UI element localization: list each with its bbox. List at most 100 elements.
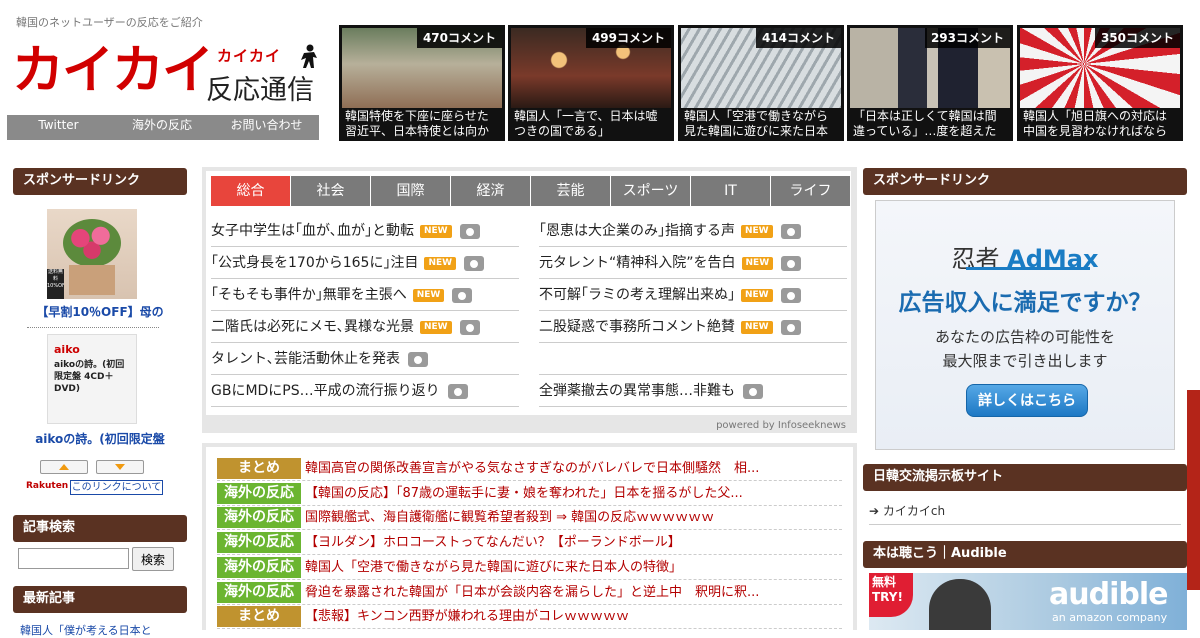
feed-item-title: 韓国高官の関係改善宣言がやる気なさすぎなのがバレバレで日本側騒然 相...: [305, 461, 760, 476]
logo-sub-text: 反応通信: [206, 75, 314, 106]
thumb-caption: 韓国人「一言で、日本は嘘つきの国である」: [511, 108, 671, 138]
product-title-2[interactable]: aikoの詩。(初回限定盤: [13, 430, 187, 447]
tab-international[interactable]: 国際: [371, 176, 450, 206]
feed-item[interactable]: まとめ 韓国高官の関係改善宣言がやる気なさすぎなのがバレバレで日本側騒然 相...: [217, 456, 842, 481]
audible-banner[interactable]: 無料 TRY! audible an amazon company: [869, 573, 1187, 630]
news-item[interactable]: 二階氏は必死にメモ､異様な光景 NEW: [211, 311, 519, 343]
nav-twitter[interactable]: Twitter: [7, 115, 110, 140]
tab-entertainment[interactable]: 芸能: [531, 176, 610, 206]
news-tabs: 総合 社会 国際 経済 芸能 スポーツ IT ライフ: [211, 176, 850, 206]
edge-side-widget[interactable]: [1187, 390, 1200, 590]
news-item[interactable]: ｢恩恵は大企業のみ｣指摘する声 NEW: [539, 215, 847, 247]
bbs-link[interactable]: ➔ カイカイch: [869, 502, 945, 519]
news-item[interactable]: 不可解｢ラミの考え理解出来ぬ｣ NEW: [539, 279, 847, 311]
news-item-title: タレント､芸能活動休止を発表: [211, 351, 400, 367]
feed-category-badge: 海外の反応: [217, 482, 301, 504]
news-item-title: 二階氏は必死にメモ､異様な光景: [211, 319, 414, 335]
search-heading: 記事検索: [13, 515, 187, 542]
news-item-title: ｢公式身長を170から165に｣注目: [211, 255, 419, 271]
new-badge: NEW: [741, 320, 773, 334]
search-input[interactable]: [18, 548, 129, 569]
news-item[interactable]: [539, 343, 847, 375]
camera-icon: [780, 319, 801, 335]
ad-headline: 広告収入に満足ですか？: [898, 290, 1152, 316]
feed-item[interactable]: まとめ 【悲報】キンコン西野が嫌われる理由がコレｗｗｗｗｗ: [217, 604, 842, 630]
feed-category-badge: まとめ: [217, 606, 301, 628]
ninja-figure-icon: [301, 44, 317, 68]
latest-heading: 最新記事: [13, 586, 187, 613]
latest-article-link[interactable]: 韓国人「僕が考える日本と: [20, 622, 152, 638]
prev-button[interactable]: [40, 460, 88, 474]
camera-icon: [452, 287, 473, 303]
featured-thumb[interactable]: 499コメント 韓国人「一言で、日本は嘘つきの国である」: [508, 25, 674, 141]
featured-thumb[interactable]: 470コメント 韓国特使を下座に座らせた習近平、日本特使とは向かい合: [339, 25, 505, 141]
next-button[interactable]: [96, 460, 144, 474]
news-widget: 総合 社会 国際 経済 芸能 スポーツ IT ライフ 女子中学生は｢血が､血が｣…: [202, 167, 857, 433]
camera-icon: [464, 255, 485, 271]
feed-category-badge: 海外の反応: [217, 581, 301, 603]
tab-general[interactable]: 総合: [211, 176, 290, 206]
comment-count: 499コメント: [585, 28, 671, 48]
news-item-title: 全弾薬撤去の異常事態…非難も: [539, 383, 735, 399]
thumb-caption: 韓国特使を下座に座らせた習近平、日本特使とは向かい合: [342, 108, 502, 138]
rakuten-logo: Rakuten: [26, 481, 69, 491]
feed-item[interactable]: 海外の反応 【韓国の反応】「87歳の運転手に妻・娘を奪われた」日本を揺るがした父.…: [217, 481, 842, 506]
featured-thumb[interactable]: 350コメント 韓国人「旭日旗への対応は中国を見習わなければならな: [1017, 25, 1183, 141]
audible-logo: audible: [1049, 577, 1168, 612]
product-title-1[interactable]: 【早割10％OFF】母の: [13, 303, 187, 320]
thumb-caption: 「日本は正しくて韓国は間違っている」…度を超えた日本: [850, 108, 1010, 138]
feed-item[interactable]: 海外の反応 国際観艦式、海自護衛艦に観覧希望者殺到 ⇒ 韓国の反応ｗｗｗｗｗｗ: [217, 505, 842, 531]
tab-it[interactable]: IT: [691, 176, 770, 206]
feed-item-title: 韓国人「空港で働きながら見た韓国に遊びに来た日本人の特徴」: [305, 559, 683, 575]
news-item[interactable]: ｢公式身長を170から165に｣注目 NEW: [211, 247, 519, 279]
camera-icon: [447, 383, 468, 399]
ad-body-line: 最大限まで引き出します: [942, 352, 1108, 370]
sponsor-heading-left: スポンサードリンク: [13, 168, 187, 195]
logo-ruby-text: カイカイ: [217, 47, 282, 65]
feed-item[interactable]: 海外の反応 【ヨルダン】ホロコーストってなんだい？【ポーランドボール】: [217, 530, 842, 556]
comment-count: 293コメント: [924, 28, 1010, 48]
nav-contact[interactable]: お問い合わせ: [214, 115, 319, 140]
news-item[interactable]: タレント､芸能活動休止を発表: [211, 343, 519, 375]
news-item-title: 不可解｢ラミの考え理解出来ぬ｣: [539, 287, 735, 303]
ad-body-line: あなたの広告枠の可能性を: [934, 328, 1115, 346]
news-item[interactable]: GBにMDにPS…平成の流行振り返り: [211, 375, 519, 407]
admax-ad[interactable]: 忍者 AdMax 広告収入に満足ですか？ あなたの広告枠の可能性を 最大限まで引き…: [875, 200, 1175, 450]
new-badge: NEW: [741, 256, 774, 270]
audible-heading: 本は聴こう｜Audible: [863, 541, 1187, 568]
tab-sports[interactable]: スポーツ: [611, 176, 690, 206]
search-button[interactable]: 検索: [132, 547, 174, 571]
new-badge: NEW: [412, 288, 445, 302]
news-item-title: ｢恩恵は大企業のみ｣指摘する声: [539, 223, 735, 239]
camera-icon: [459, 319, 480, 335]
tab-economy[interactable]: 経済: [451, 176, 530, 206]
free-try-badge: 無料 TRY!: [869, 573, 913, 617]
news-item[interactable]: 元タレント“精神科入院”を告白 NEW: [539, 247, 847, 279]
comment-count: 470コメント: [416, 28, 502, 48]
news-item[interactable]: 女子中学生は｢血が､血が｣と動転 NEW: [211, 215, 519, 247]
featured-thumb[interactable]: 414コメント 韓国人「空港で働きながら見た韓国に遊びに来た日本人の: [678, 25, 844, 141]
tab-life[interactable]: ライフ: [771, 176, 850, 206]
logo-main-text: カイカイ: [12, 41, 214, 101]
feed-category-badge: 海外の反応: [217, 507, 301, 529]
arrow-up-icon: [59, 464, 69, 470]
camera-icon: [459, 223, 480, 239]
person-with-headphones: [929, 579, 991, 630]
product-brand: aiko: [54, 343, 80, 356]
feed-item-title: 【ヨルダン】ホロコーストってなんだい？【ポーランドボール】: [305, 535, 681, 551]
feed-item[interactable]: 海外の反応 脅迫を暴露された韓国が「日本が会談内容を漏らした」と逆上中 釈明に釈.…: [217, 580, 842, 605]
site-logo[interactable]: カイカイ カイカイ 反応通信: [10, 41, 320, 106]
news-item[interactable]: 二股疑惑で事務所コメント絶賛 NEW: [539, 311, 847, 343]
about-link-button[interactable]: このリンクについて: [70, 480, 163, 495]
featured-thumb[interactable]: 293コメント 「日本は正しくて韓国は間違っている」…度を超えた日本: [847, 25, 1013, 141]
news-item[interactable]: 全弾薬撤去の異常事態…非難も: [539, 375, 847, 407]
tab-society[interactable]: 社会: [291, 176, 370, 206]
news-item-title: 二股疑惑で事務所コメント絶賛: [539, 319, 735, 335]
news-item[interactable]: ｢そもそも事件か｣無罪を主張へ NEW: [211, 279, 519, 311]
new-badge: NEW: [420, 224, 452, 238]
product-image-flowers[interactable]: 送料無料 10%OFF: [47, 209, 137, 299]
nav-kaigai[interactable]: 海外の反応: [110, 115, 214, 140]
product-image-aiko[interactable]: aiko aikoの詩。(初回限定盤 4CD＋DVD): [47, 334, 137, 424]
feed-item[interactable]: 海外の反応 韓国人「空港で働きながら見た韓国に遊びに来た日本人の特徴」: [217, 555, 842, 580]
ad-details-button[interactable]: 詳しくはこちら: [966, 384, 1088, 417]
